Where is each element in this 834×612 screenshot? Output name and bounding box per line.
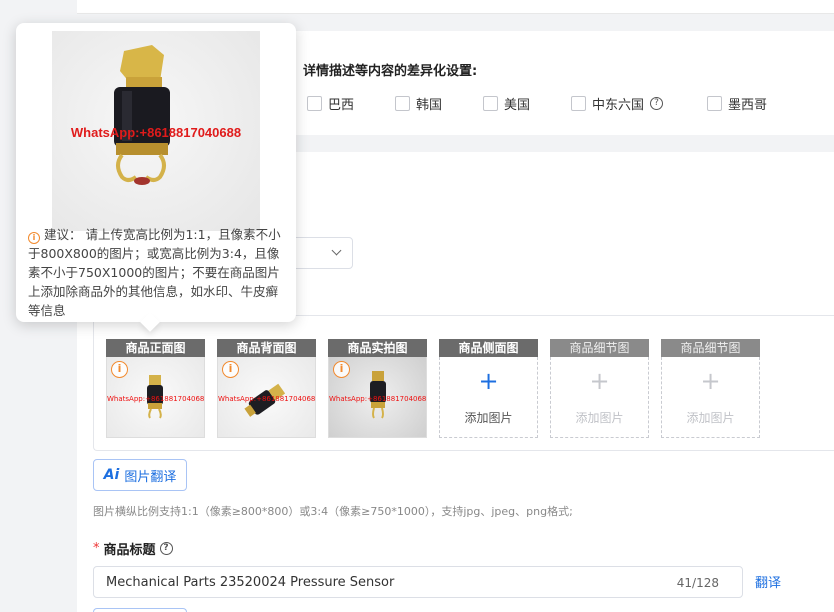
region-option-middle-east[interactable]: 中东六国 ? bbox=[571, 94, 664, 113]
title-translate-link[interactable]: 翻译 bbox=[755, 572, 781, 591]
region-option-usa[interactable]: 美国 bbox=[483, 94, 530, 113]
region-checkbox[interactable] bbox=[483, 96, 498, 111]
image-preview-tooltip: WhatsApp:+8618817040688 i 建议： 请上传宽高比例为1:1… bbox=[16, 23, 296, 332]
region-checkbox[interactable] bbox=[307, 96, 322, 111]
next-button-edge[interactable] bbox=[93, 608, 187, 612]
region-option-korea[interactable]: 韩国 bbox=[395, 94, 442, 113]
region-label: 韩国 bbox=[416, 98, 443, 113]
top-panel bbox=[77, 0, 834, 14]
image-slot-side[interactable]: 商品侧面图 + 添加图片 bbox=[439, 339, 538, 438]
required-mark: * bbox=[93, 541, 100, 556]
char-counter: 41/128 bbox=[676, 576, 719, 590]
help-icon[interactable]: ? bbox=[650, 97, 664, 110]
tooltip-preview-image: WhatsApp:+8618817040688 bbox=[52, 31, 260, 231]
plus-icon: + bbox=[589, 367, 610, 395]
image-slot-detail-1: 商品细节图 + 添加图片 bbox=[550, 339, 649, 438]
image-slot-label: 商品侧面图 bbox=[439, 339, 538, 357]
region-label: 巴西 bbox=[328, 98, 355, 113]
image-thumbnail[interactable]: i WhatsApp:+8618817040688 bbox=[106, 357, 205, 438]
image-slot-front[interactable]: 商品正面图 i WhatsApp:+8618817040688 bbox=[106, 339, 205, 438]
image-translate-label: 图片翻译 bbox=[124, 469, 177, 485]
region-checkbox[interactable] bbox=[707, 96, 722, 111]
add-image-button-disabled: + 添加图片 bbox=[550, 357, 649, 438]
warning-icon[interactable]: i bbox=[111, 361, 128, 378]
warning-icon[interactable]: i bbox=[333, 361, 350, 378]
image-watermark: WhatsApp:+8618817040688 bbox=[329, 395, 427, 403]
add-image-label: 添加图片 bbox=[686, 411, 735, 425]
region-checkbox[interactable] bbox=[395, 96, 410, 111]
plus-icon: + bbox=[478, 367, 499, 395]
image-slot-back[interactable]: 商品背面图 i WhatsApp:+8618817040688 bbox=[217, 339, 316, 438]
product-title-label-text: 商品标题 bbox=[103, 543, 156, 558]
select-dropdown[interactable] bbox=[290, 237, 353, 269]
add-image-button[interactable]: + 添加图片 bbox=[439, 357, 538, 438]
image-thumbnail[interactable]: i WhatsApp:+8618817040688 bbox=[217, 357, 316, 438]
add-image-button-disabled: + 添加图片 bbox=[661, 357, 760, 438]
image-watermark: WhatsApp:+8618817040688 bbox=[218, 395, 316, 403]
image-thumbnail[interactable]: i WhatsApp:+8618817040688 bbox=[328, 357, 427, 438]
warning-icon: i bbox=[28, 232, 40, 244]
tooltip-watermark: WhatsApp:+8618817040688 bbox=[70, 125, 242, 140]
add-image-label: 添加图片 bbox=[464, 411, 513, 425]
image-slot-label: 商品细节图 bbox=[661, 339, 760, 357]
product-title-value[interactable]: Mechanical Parts 23520024 Pressure Senso… bbox=[106, 575, 394, 590]
region-option-mexico[interactable]: 墨西哥 bbox=[707, 94, 767, 113]
region-option-brazil[interactable]: 巴西 bbox=[307, 94, 354, 113]
image-slot-real[interactable]: 商品实拍图 i WhatsApp:+8618817040688 bbox=[328, 339, 427, 438]
add-image-label: 添加图片 bbox=[575, 411, 624, 425]
region-label: 美国 bbox=[504, 98, 531, 113]
plus-icon: + bbox=[700, 367, 721, 395]
image-translate-button[interactable]: Ai 图片翻译 bbox=[93, 459, 187, 491]
image-slot-detail-2: 商品细节图 + 添加图片 bbox=[661, 339, 760, 438]
image-format-hint: 图片横纵比例支持1:1（像素≥800*800）或3:4（像素≥750*1000）… bbox=[93, 505, 573, 518]
help-icon[interactable]: ? bbox=[159, 542, 173, 555]
regions-title: 详情描述等内容的差异化设置: bbox=[303, 64, 478, 79]
image-watermark: WhatsApp:+8618817040688 bbox=[107, 395, 205, 403]
chevron-down-icon bbox=[331, 245, 342, 256]
region-label: 墨西哥 bbox=[728, 98, 768, 113]
region-checkbox[interactable] bbox=[571, 96, 586, 111]
image-slot-label: 商品正面图 bbox=[106, 339, 205, 357]
warning-icon[interactable]: i bbox=[222, 361, 239, 378]
tooltip-suggestion-text: 建议： 请上传宽高比例为1:1，且像素不小于800X800的图片；或宽高比例为3… bbox=[28, 227, 281, 318]
image-slot-label: 商品实拍图 bbox=[328, 339, 427, 357]
image-slot-label: 商品细节图 bbox=[550, 339, 649, 357]
image-slot-label: 商品背面图 bbox=[217, 339, 316, 357]
region-label: 中东六国 bbox=[592, 98, 645, 113]
tooltip-suggestion: i 建议： 请上传宽高比例为1:1，且像素不小于800X800的图片；或宽高比例为… bbox=[28, 225, 288, 320]
product-title-label: * 商品标题 ? bbox=[93, 539, 173, 558]
ai-icon: Ai bbox=[103, 467, 120, 483]
product-title-input[interactable]: Mechanical Parts 23520024 Pressure Senso… bbox=[93, 566, 743, 598]
